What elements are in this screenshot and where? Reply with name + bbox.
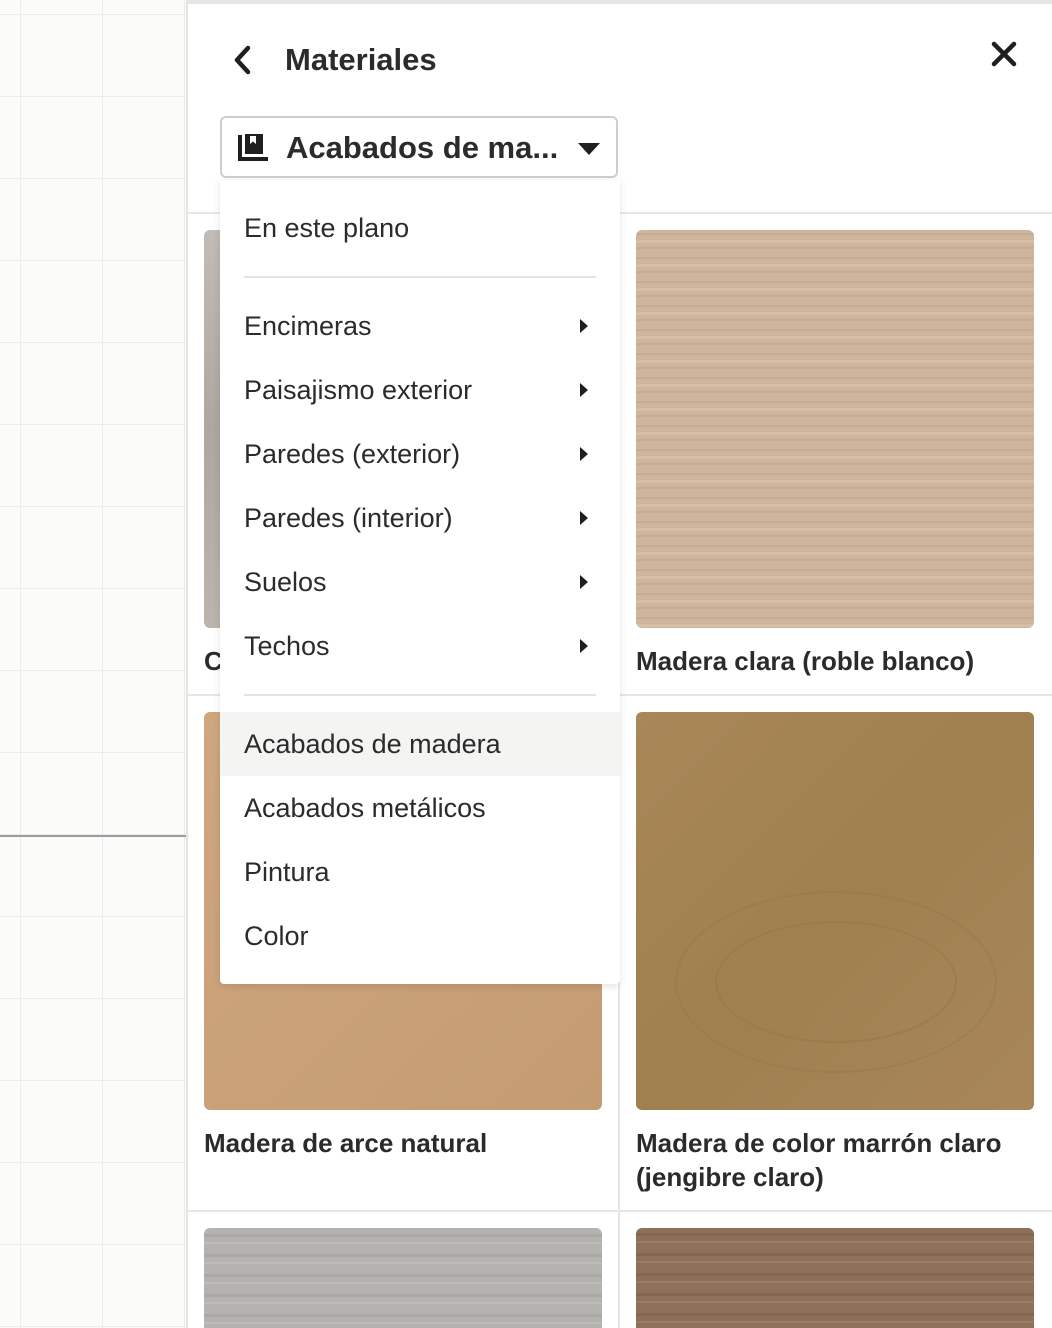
menu-item-encimeras[interactable]: Encimeras bbox=[220, 294, 620, 358]
menu-item-label: Paredes (exterior) bbox=[244, 439, 461, 469]
close-icon bbox=[991, 41, 1017, 67]
menu-item-label: Encimeras bbox=[244, 311, 372, 341]
wood-texture-image bbox=[204, 1228, 602, 1328]
panel-title: Materiales bbox=[285, 42, 437, 77]
menu-item-label: Suelos bbox=[244, 567, 327, 597]
caret-down-icon bbox=[578, 143, 600, 155]
menu-item-label: En este plano bbox=[244, 213, 410, 243]
plan-wall-line bbox=[0, 835, 186, 837]
submenu-arrow-icon bbox=[580, 319, 588, 333]
menu-separator bbox=[244, 276, 596, 278]
menu-item-label: Acabados metálicos bbox=[244, 793, 486, 823]
menu-item-paredes-exterior[interactable]: Paredes (exterior) bbox=[220, 422, 620, 486]
library-book-icon bbox=[238, 134, 268, 161]
material-label: Madera clara (roble blanco) bbox=[636, 646, 975, 676]
submenu-arrow-icon bbox=[580, 447, 588, 461]
floor-plan-canvas[interactable] bbox=[0, 0, 186, 1328]
menu-item-en-este-plano[interactable]: En este plano bbox=[220, 196, 620, 260]
menu-item-paisajismo-exterior[interactable]: Paisajismo exterior bbox=[220, 358, 620, 422]
chevron-left-icon bbox=[234, 45, 251, 75]
menu-item-paredes-interior[interactable]: Paredes (interior) bbox=[220, 486, 620, 550]
menu-item-color[interactable]: Color bbox=[220, 904, 620, 968]
material-swatch[interactable] bbox=[636, 712, 1034, 1110]
menu-item-techos[interactable]: Techos bbox=[220, 614, 620, 678]
material-label: Madera de color marrón claro (jengibre c… bbox=[636, 1128, 1002, 1192]
menu-item-label: Paisajismo exterior bbox=[244, 375, 473, 405]
submenu-arrow-icon bbox=[580, 639, 588, 653]
submenu-arrow-icon bbox=[580, 511, 588, 525]
library-menu: En este plano Encimeras Paisajismo exter… bbox=[220, 180, 620, 984]
menu-item-pintura[interactable]: Pintura bbox=[220, 840, 620, 904]
menu-item-label: Acabados de madera bbox=[244, 729, 501, 759]
back-button[interactable] bbox=[224, 40, 260, 80]
material-label: Madera de arce natural bbox=[204, 1128, 488, 1158]
menu-separator bbox=[244, 694, 596, 696]
menu-item-label: Paredes (interior) bbox=[244, 503, 453, 533]
menu-item-acabados-metalicos[interactable]: Acabados metálicos bbox=[220, 776, 620, 840]
material-swatch[interactable] bbox=[636, 230, 1034, 628]
menu-item-label: Color bbox=[244, 921, 309, 951]
material-swatch[interactable] bbox=[636, 1228, 1034, 1328]
wood-texture-image bbox=[636, 230, 1034, 628]
close-button[interactable] bbox=[984, 34, 1024, 74]
library-dropdown[interactable]: Acabados de ma... bbox=[220, 116, 618, 178]
menu-item-label: Techos bbox=[244, 631, 330, 661]
submenu-arrow-icon bbox=[580, 383, 588, 397]
material-swatch[interactable] bbox=[204, 1228, 602, 1328]
wood-texture-image bbox=[636, 1228, 1034, 1328]
menu-item-acabados-de-madera[interactable]: Acabados de madera bbox=[220, 712, 620, 776]
dropdown-selected-label: Acabados de ma... bbox=[286, 130, 559, 165]
submenu-arrow-icon bbox=[580, 575, 588, 589]
grid-divider bbox=[188, 1210, 1052, 1212]
wood-texture-image bbox=[636, 712, 1034, 1110]
menu-item-label: Pintura bbox=[244, 857, 330, 887]
menu-item-suelos[interactable]: Suelos bbox=[220, 550, 620, 614]
